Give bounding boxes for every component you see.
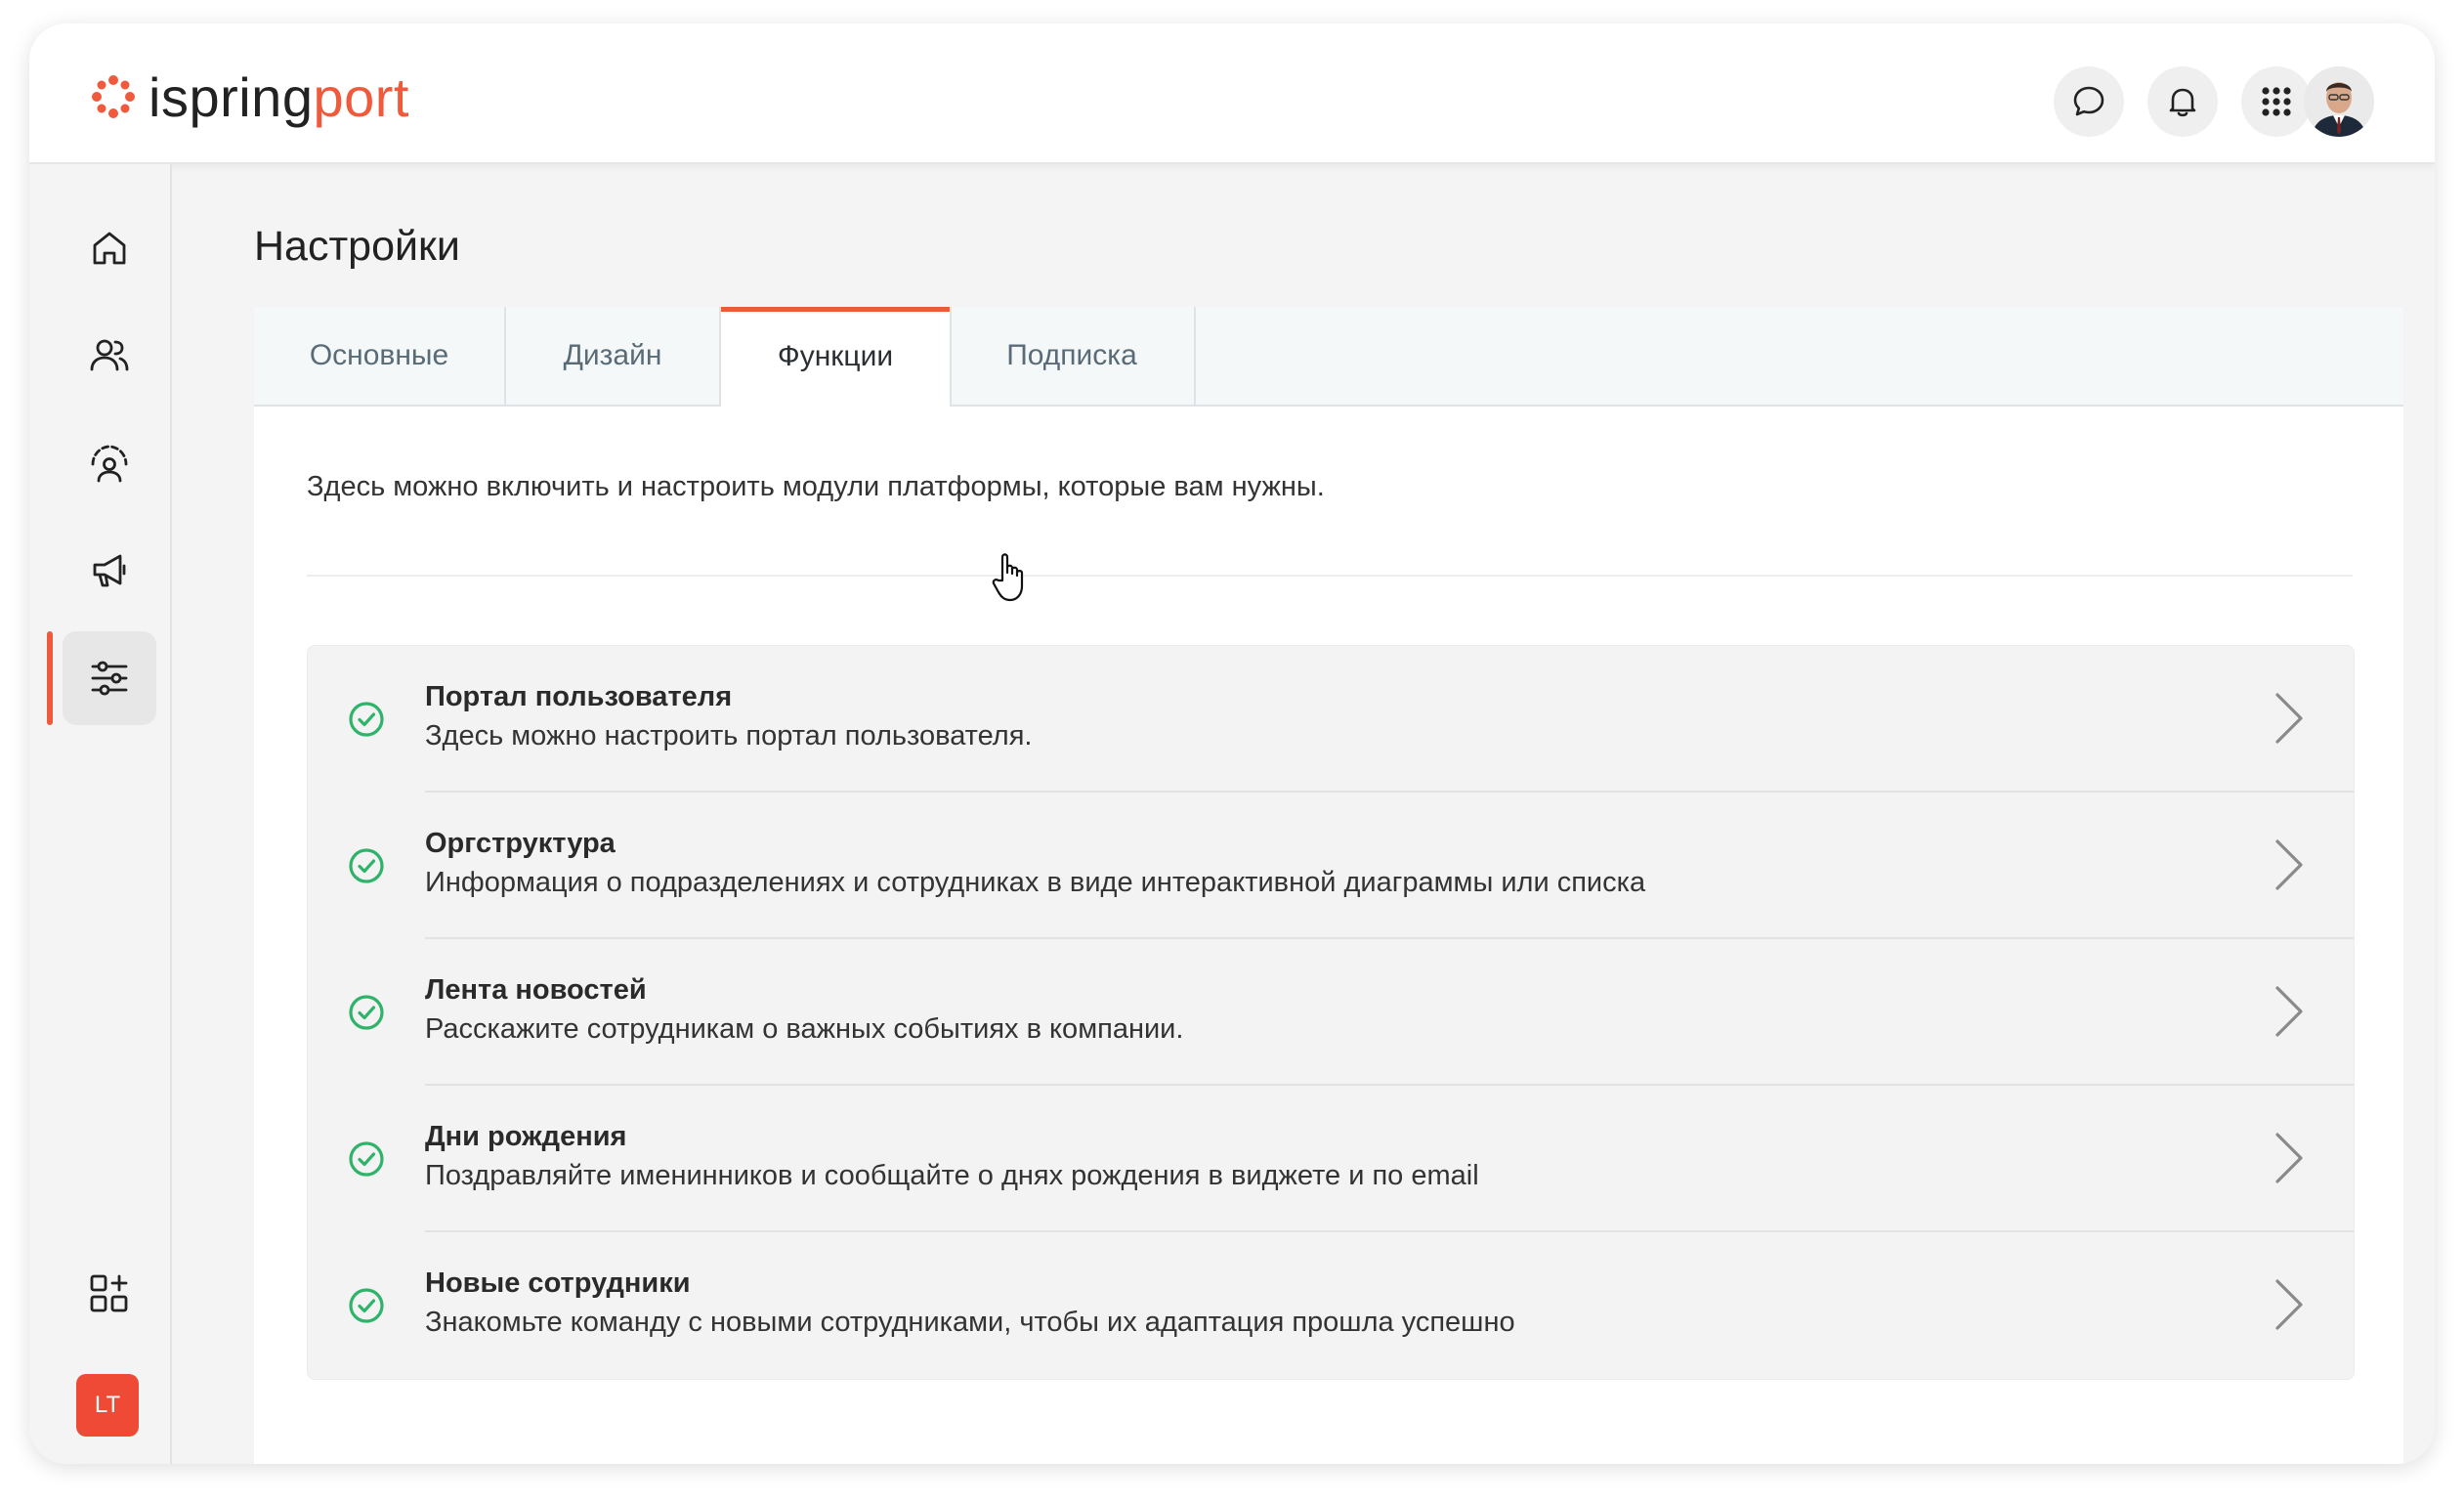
sidebar-item-news[interactable] — [63, 524, 156, 618]
tab-design[interactable]: Дизайн — [506, 307, 721, 405]
megaphone-icon — [93, 554, 126, 587]
logo-text-secondary: port — [313, 65, 409, 128]
chevron-right-icon — [2275, 1133, 2303, 1183]
module-description: Информация о подразделениях и сотрудника… — [425, 867, 1646, 898]
hand-pointer-icon — [992, 553, 1024, 602]
module-description: Поздравляйте именинников и сообщайте о д… — [425, 1160, 1479, 1191]
tab-features[interactable]: Функции — [719, 307, 952, 407]
list-item-org-structure[interactable]: Оргструктура Информация о подразделениях… — [308, 793, 2354, 939]
notifications-button[interactable] — [2147, 66, 2218, 137]
users-icon — [90, 339, 129, 371]
logo-text-primary: ispring — [149, 65, 314, 128]
add-widget-button[interactable] — [63, 1247, 156, 1341]
module-description: Расскажите сотрудникам о важных событиях… — [425, 1013, 1184, 1045]
chevron-right-icon — [2275, 986, 2303, 1037]
settings-sliders-icon — [91, 661, 128, 696]
modules-list: Портал пользователя Здесь можно настроит… — [307, 645, 2355, 1380]
list-item-new-employees[interactable]: Новые сотрудники Знакомьте команду с нов… — [308, 1232, 2354, 1379]
logo[interactable]: ispringport — [90, 63, 409, 131]
top-bar: ispringport — [29, 23, 2435, 164]
workspace-badge[interactable]: LT — [76, 1374, 139, 1437]
tab-bar: Основные Дизайн Функции Подписка — [254, 307, 2403, 407]
module-title: Оргструктура — [425, 828, 616, 859]
module-title: Лента новостей — [425, 974, 647, 1006]
sidebar-item-users[interactable] — [63, 309, 156, 403]
check-circle-icon — [349, 1288, 384, 1323]
chevron-right-icon — [2275, 693, 2303, 744]
module-description: Здесь можно настроить портал пользовател… — [425, 720, 1033, 752]
list-item-news-feed[interactable]: Лента новостей Расскажите сотрудникам о … — [308, 939, 2354, 1086]
chevron-right-icon — [2275, 1279, 2303, 1330]
list-item-birthdays[interactable]: Дни рождения Поздравляйте именинников и … — [308, 1086, 2354, 1232]
module-title: Новые сотрудники — [425, 1267, 691, 1299]
settings-card: Основные Дизайн Функции Подписка Здесь м… — [254, 307, 2403, 1464]
module-title: Дни рождения — [425, 1121, 627, 1152]
user-avatar-image — [2304, 66, 2374, 137]
tab-subscription[interactable]: Подписка — [950, 307, 1196, 405]
intro-text: Здесь можно включить и настроить модули … — [307, 471, 1325, 502]
chat-button[interactable] — [2054, 66, 2124, 137]
check-circle-icon — [349, 702, 384, 737]
check-circle-icon — [349, 1141, 384, 1177]
add-widget-icon — [90, 1274, 128, 1312]
logo-text: ispringport — [149, 65, 409, 129]
apps-grid-icon — [2262, 87, 2291, 116]
tab-general[interactable]: Основные — [254, 307, 506, 405]
sidebar-item-home[interactable] — [63, 201, 156, 295]
ispring-logo-icon — [92, 75, 135, 118]
user-avatar[interactable] — [2304, 66, 2374, 137]
sidebar-item-analytics[interactable] — [63, 416, 156, 510]
main-content: Настройки Основные Дизайн Функции Подпис… — [172, 164, 2435, 1464]
home-icon — [93, 232, 126, 265]
page-title: Настройки — [254, 223, 460, 270]
check-circle-icon — [349, 995, 384, 1030]
bell-icon — [2169, 88, 2196, 117]
app-window: ispringport LT Настройки Основные Дизайн… — [29, 23, 2435, 1464]
sidebar-item-settings[interactable] — [63, 631, 156, 725]
sidebar: LT — [29, 164, 172, 1464]
list-item-user-portal[interactable]: Портал пользователя Здесь можно настроит… — [308, 646, 2354, 793]
user-dashboard-icon — [91, 445, 128, 483]
module-title: Портал пользователя — [425, 681, 733, 712]
module-description: Знакомьте команду с новыми сотрудниками,… — [425, 1307, 1515, 1338]
chat-icon — [2073, 86, 2104, 116]
divider — [307, 575, 2353, 577]
check-circle-icon — [349, 848, 384, 883]
chevron-right-icon — [2275, 839, 2303, 890]
sidebar-active-indicator — [47, 631, 53, 725]
apps-button[interactable] — [2241, 66, 2312, 137]
